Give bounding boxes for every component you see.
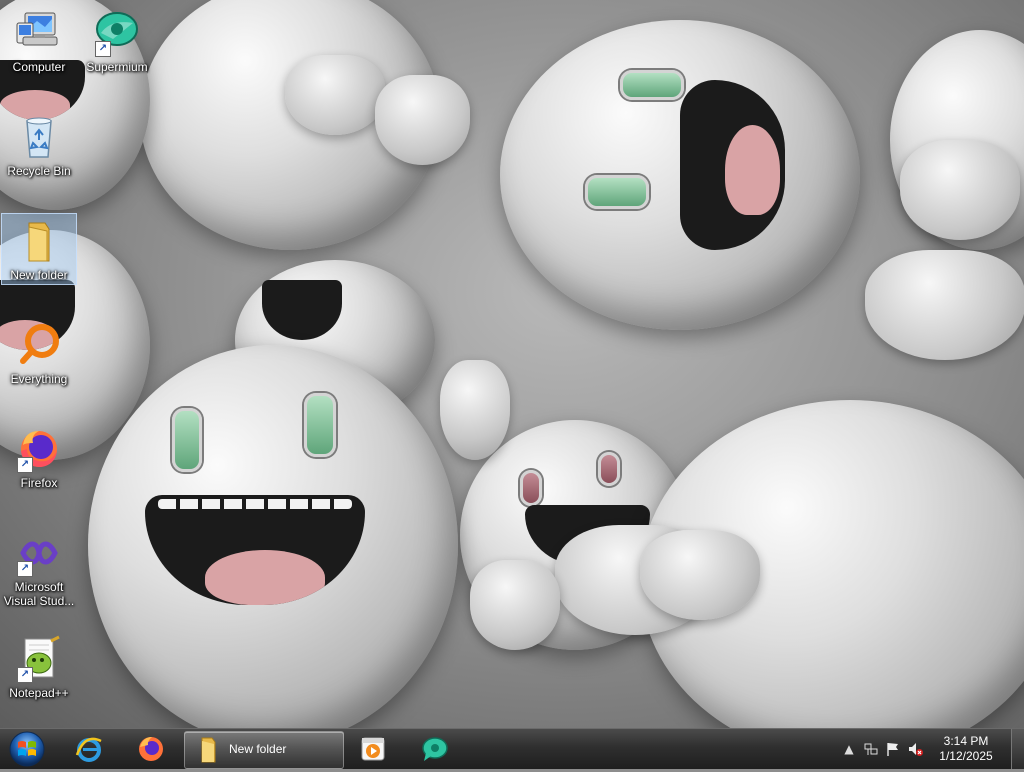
shortcut-arrow-icon: ↗: [17, 667, 33, 683]
clock-date: 1/12/2025: [939, 749, 993, 763]
desktop-icon-label: New folder: [10, 268, 68, 282]
wallpaper-eye: [620, 70, 684, 100]
taskbar-pinned-supermium[interactable]: [408, 731, 462, 767]
windows-logo-icon: [9, 731, 45, 767]
taskbar-clock[interactable]: 3:14 PM 1/12/2025: [932, 734, 1000, 764]
desktop-icon-recycle-bin[interactable]: Recycle Bin: [2, 110, 76, 180]
desktop-icon-label: Recycle Bin: [7, 164, 71, 178]
wallpaper-eye: [520, 470, 542, 506]
desktop-icon-label: Microsoft Visual Stud...: [3, 580, 75, 608]
start-button[interactable]: [4, 730, 50, 768]
wallpaper-hand: [375, 75, 470, 165]
wallpaper-hand: [285, 55, 385, 135]
wallpaper-eye: [172, 408, 202, 472]
media-player-icon: [361, 737, 385, 761]
supermium-icon: [422, 737, 448, 761]
volume-muted-icon[interactable]: [907, 741, 923, 757]
desktop-icon-computer[interactable]: Computer: [2, 6, 76, 76]
desktop-icon-label: Supermium: [86, 60, 148, 74]
shortcut-arrow-icon: ↗: [95, 41, 111, 57]
desktop-icon-label: Firefox: [20, 476, 58, 490]
desktop-icon-supermium[interactable]: ↗ Supermium: [80, 6, 154, 76]
wallpaper-hand: [640, 530, 760, 620]
wallpaper-hand: [865, 250, 1024, 360]
visual-studio-icon: ↗: [15, 529, 63, 577]
computer-icon: [15, 9, 63, 57]
desktop-icon-visual-studio[interactable]: ↗ Microsoft Visual Stud...: [2, 526, 76, 610]
internet-explorer-icon: [75, 737, 102, 762]
network-icon[interactable]: [863, 741, 879, 757]
firefox-icon: [139, 737, 163, 761]
firefox-icon: ↗: [15, 425, 63, 473]
desktop-wallpaper: [0, 0, 1024, 728]
desktop-icon-label: Everything: [10, 372, 68, 386]
desktop-icon-new-folder[interactable]: New folder: [1, 213, 77, 285]
system-tray: ▲ 3:14 PM 1/12/2025: [839, 729, 1024, 769]
taskbar-pinned-firefox[interactable]: [124, 731, 178, 767]
wallpaper-eye: [598, 452, 620, 486]
taskbar-task-new-folder[interactable]: New folder: [184, 731, 344, 769]
wallpaper-eye: [585, 175, 649, 209]
folder-icon: [201, 737, 216, 763]
desktop-icon-everything[interactable]: Everything: [2, 318, 76, 388]
everything-search-icon: [15, 321, 63, 369]
wallpaper-eye: [304, 393, 336, 457]
notepadpp-icon: ↗: [15, 635, 63, 683]
clock-time: 3:14 PM: [943, 734, 989, 748]
wallpaper-hand: [900, 140, 1020, 240]
shortcut-arrow-icon: ↗: [17, 457, 33, 473]
show-desktop-button[interactable]: [1011, 729, 1024, 769]
folder-icon: [15, 217, 63, 265]
taskbar-pinned-internet-explorer[interactable]: [62, 731, 116, 767]
wallpaper-hand: [470, 560, 560, 650]
action-center-flag-icon[interactable]: [885, 741, 901, 757]
shortcut-arrow-icon: ↗: [17, 561, 33, 577]
desktop-icon-firefox[interactable]: ↗ Firefox: [2, 422, 76, 492]
supermium-icon: ↗: [93, 9, 141, 57]
recycle-bin-icon: [15, 113, 63, 161]
taskbar-pinned-media-player[interactable]: [346, 731, 400, 767]
taskbar: New folder ▲ 3:14 PM 1/12/2025: [0, 728, 1024, 769]
desktop-icon-notepadpp[interactable]: ↗ Notepad++: [2, 632, 76, 702]
taskbar-task-label: New folder: [229, 742, 287, 756]
show-hidden-icons-chevron-icon[interactable]: ▲: [841, 741, 857, 757]
wallpaper-hand: [440, 360, 510, 460]
desktop-icon-label: Notepad++: [9, 686, 69, 700]
desktop-icon-label: Computer: [12, 60, 66, 74]
